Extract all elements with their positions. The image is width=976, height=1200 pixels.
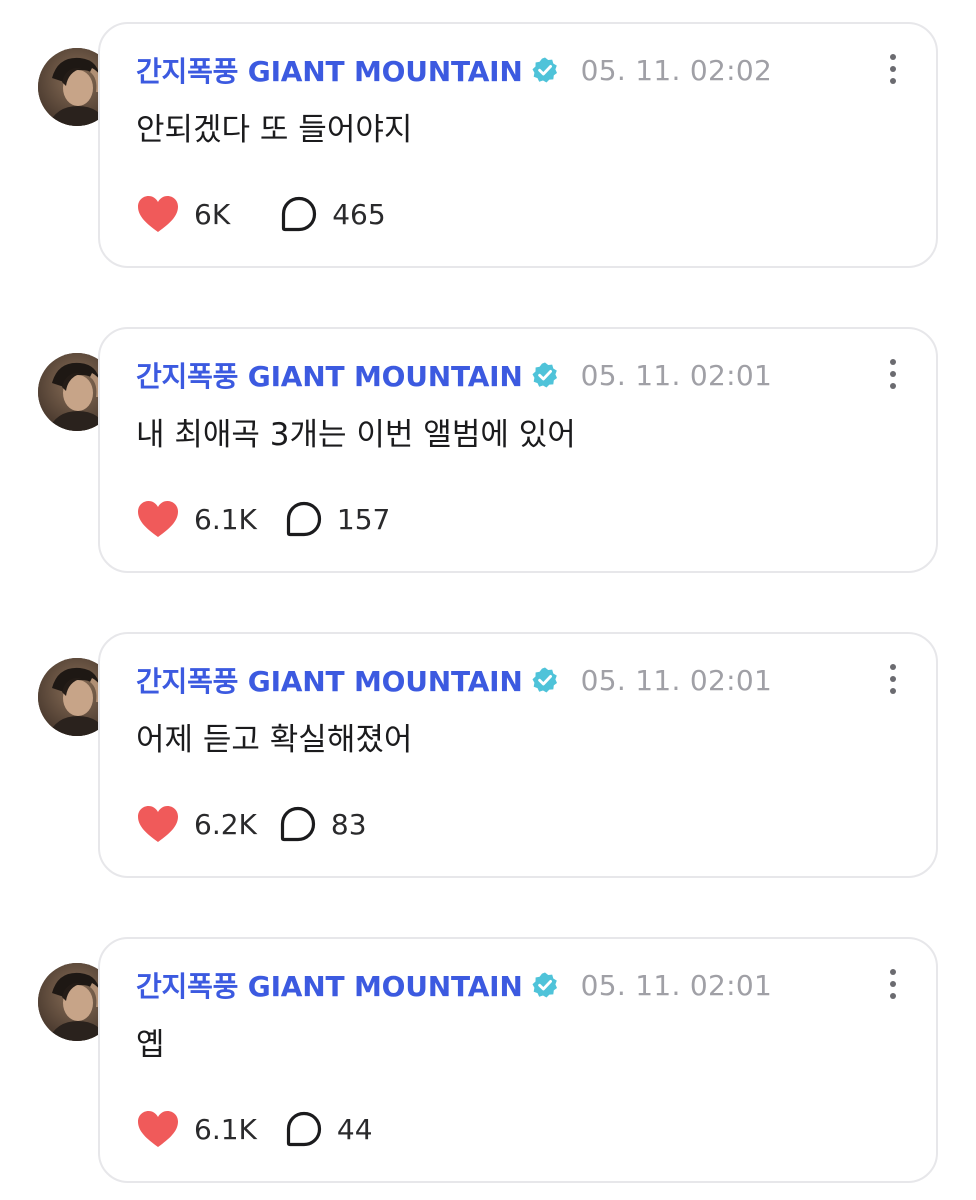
heart-icon [136, 1109, 180, 1149]
vertical-dots-icon [890, 78, 896, 84]
heart-icon [136, 499, 180, 539]
vertical-dots-icon [890, 371, 896, 377]
comment-feed: 간지폭풍 GIANT MOUNTAIN 05. 11. 02:02 안되겠다 또… [0, 0, 976, 1200]
comment-button[interactable]: 44 [285, 1110, 373, 1148]
more-options-button[interactable] [886, 664, 900, 698]
post-header: 간지폭풍 GIANT MOUNTAIN 05. 11. 02:01 [136, 965, 773, 1005]
like-button[interactable]: 6.2K [136, 804, 257, 844]
comment-button[interactable]: 157 [285, 500, 390, 538]
post-text: 어제 듣고 확실해졌어 [136, 722, 413, 758]
post-text: 옙 [136, 1027, 165, 1063]
comment-card: 간지폭풍 GIANT MOUNTAIN 05. 11. 02:01 내 최애곡 … [98, 327, 938, 573]
post-item: 간지폭풍 GIANT MOUNTAIN 05. 11. 02:01 옙 6.1K… [38, 937, 938, 1183]
author-name[interactable]: 간지폭풍 GIANT MOUNTAIN [136, 660, 523, 700]
verified-badge-icon [531, 361, 559, 389]
more-options-button[interactable] [886, 969, 900, 1003]
post-item: 간지폭풍 GIANT MOUNTAIN 05. 11. 02:01 내 최애곡 … [38, 327, 938, 573]
heart-icon [136, 804, 180, 844]
comment-card: 간지폭풍 GIANT MOUNTAIN 05. 11. 02:02 안되겠다 또… [98, 22, 938, 268]
like-button[interactable]: 6K [136, 194, 230, 234]
vertical-dots-icon [890, 676, 896, 682]
post-header: 간지폭풍 GIANT MOUNTAIN 05. 11. 02:01 [136, 660, 773, 700]
author-name[interactable]: 간지폭풍 GIANT MOUNTAIN [136, 50, 523, 90]
more-options-button[interactable] [886, 54, 900, 88]
like-button[interactable]: 6.1K [136, 499, 257, 539]
vertical-dots-icon [890, 993, 896, 999]
speech-bubble-icon [279, 805, 317, 843]
speech-bubble-icon [280, 195, 318, 233]
verified-badge-icon [531, 971, 559, 999]
comment-button[interactable]: 465 [280, 195, 386, 233]
post-header: 간지폭풍 GIANT MOUNTAIN 05. 11. 02:02 [136, 50, 773, 90]
vertical-dots-icon [890, 359, 896, 365]
post-timestamp: 05. 11. 02:01 [580, 663, 773, 697]
more-options-button[interactable] [886, 359, 900, 393]
comment-button[interactable]: 83 [279, 805, 367, 843]
vertical-dots-icon [890, 54, 896, 60]
vertical-dots-icon [890, 383, 896, 389]
heart-icon [136, 194, 180, 234]
like-count: 6.2K [194, 807, 257, 841]
comment-count: 83 [330, 807, 367, 841]
post-text: 안되겠다 또 들어야지 [136, 112, 413, 148]
comment-card: 간지폭풍 GIANT MOUNTAIN 05. 11. 02:01 어제 듣고 … [98, 632, 938, 878]
like-count: 6K [194, 197, 231, 231]
comment-count: 465 [332, 197, 386, 231]
comment-count: 44 [336, 1112, 373, 1146]
speech-bubble-icon [285, 1110, 323, 1148]
vertical-dots-icon [890, 664, 896, 670]
like-count: 6.1K [194, 1112, 257, 1146]
comment-count: 157 [336, 502, 391, 536]
post-timestamp: 05. 11. 02:01 [580, 358, 773, 392]
verified-badge-icon [531, 666, 559, 694]
post-stats: 6.2K 83 [136, 802, 367, 846]
post-stats: 6K 465 [136, 192, 386, 236]
post-text: 내 최애곡 3개는 이번 앨범에 있어 [136, 417, 576, 453]
author-name[interactable]: 간지폭풍 GIANT MOUNTAIN [136, 355, 523, 395]
post-stats: 6.1K 44 [136, 1107, 373, 1151]
comment-card: 간지폭풍 GIANT MOUNTAIN 05. 11. 02:01 옙 6.1K… [98, 937, 938, 1183]
post-header: 간지폭풍 GIANT MOUNTAIN 05. 11. 02:01 [136, 355, 773, 395]
speech-bubble-icon [285, 500, 323, 538]
post-timestamp: 05. 11. 02:02 [580, 53, 773, 87]
post-item: 간지폭풍 GIANT MOUNTAIN 05. 11. 02:02 안되겠다 또… [38, 22, 938, 268]
like-button[interactable]: 6.1K [136, 1109, 257, 1149]
vertical-dots-icon [890, 66, 896, 72]
vertical-dots-icon [890, 688, 896, 694]
like-count: 6.1K [194, 502, 257, 536]
verified-badge-icon [531, 56, 559, 84]
vertical-dots-icon [890, 969, 896, 975]
post-stats: 6.1K 157 [136, 497, 390, 541]
author-name[interactable]: 간지폭풍 GIANT MOUNTAIN [136, 965, 523, 1005]
post-timestamp: 05. 11. 02:01 [580, 968, 773, 1002]
vertical-dots-icon [890, 981, 896, 987]
post-item: 간지폭풍 GIANT MOUNTAIN 05. 11. 02:01 어제 듣고 … [38, 632, 938, 878]
